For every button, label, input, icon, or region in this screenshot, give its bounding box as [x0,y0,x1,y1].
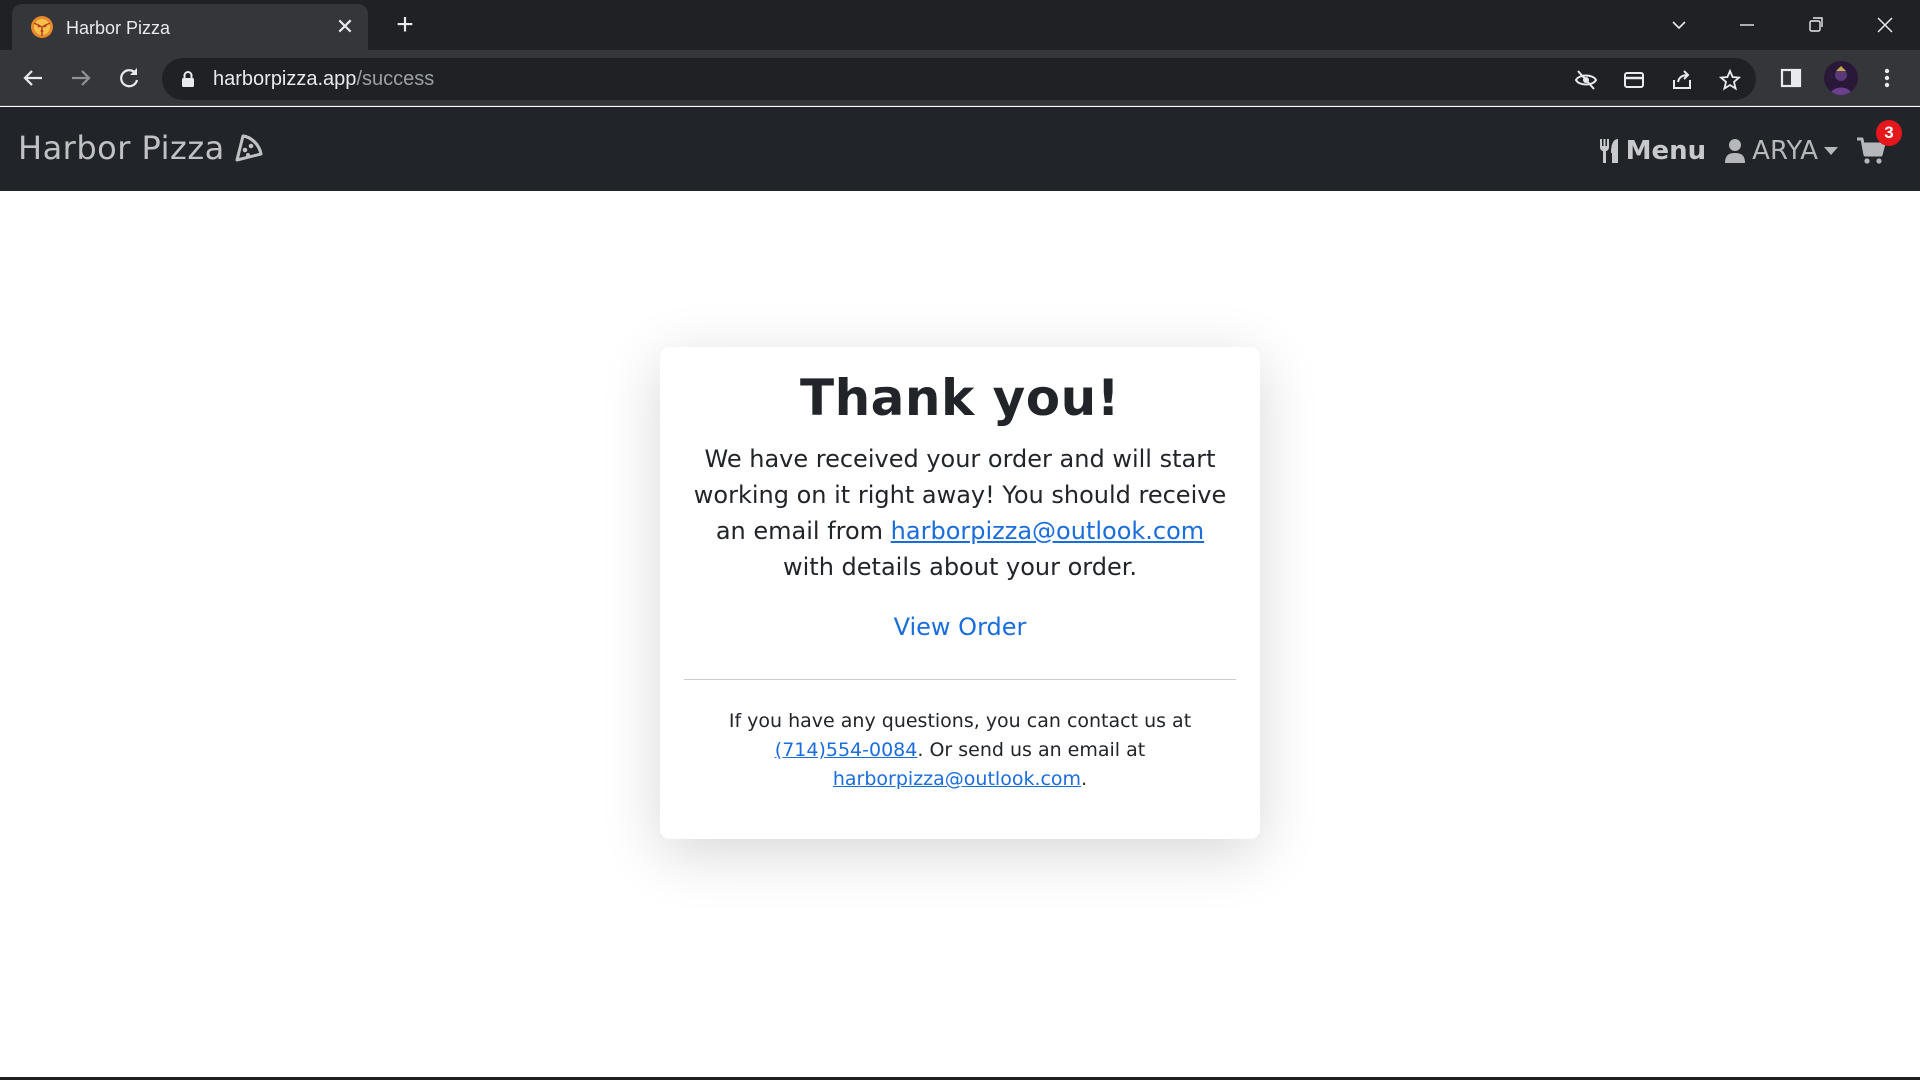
kebab-menu-icon[interactable] [1874,65,1900,91]
user-icon [1725,139,1746,163]
eye-off-icon[interactable] [1574,68,1598,92]
url-text[interactable]: harborpizza.app/success [213,68,434,91]
back-arrow-icon[interactable] [18,63,48,93]
address-bar[interactable]: harborpizza.app/success [162,58,1756,100]
navbar-right: Menu ARYA 3 [1580,120,1902,171]
tab-title: Harbor Pizza [66,18,171,38]
avatar-image-icon [1824,61,1858,95]
divider [684,679,1236,680]
card-icon[interactable] [1622,68,1646,92]
email-link[interactable]: harborpizza@outlook.com [891,517,1205,545]
phone-link[interactable]: (714)554-0084 [775,739,918,761]
contact-info: If you have any questions, you can conta… [710,707,1210,794]
confirmation-message: We have received your order and will sta… [688,441,1232,585]
menu-label: Menu [1625,136,1707,166]
view-order-link[interactable]: View Order [660,613,1260,641]
menu-link[interactable]: Menu [1598,136,1707,166]
pizza-slice-icon [235,134,263,162]
card-title: Thank you! [799,369,1121,427]
bookmark-star-icon[interactable] [1718,68,1742,92]
pizza-favicon-icon [31,16,53,38]
profile-avatar[interactable] [1824,61,1858,95]
brand-link[interactable]: Harbor Pizza [18,129,265,167]
share-icon[interactable] [1670,68,1694,92]
close-window-icon[interactable] [1870,10,1900,40]
contact-suffix: . [1081,768,1088,790]
user-name: ARYA [1752,136,1818,166]
browser-toolbar: harborpizza.app/success [0,50,1920,106]
side-panel-icon[interactable] [1778,65,1804,91]
success-card: Thank you! We have received your order a… [660,347,1260,839]
browser-tab[interactable]: Harbor Pizza ✕ [12,4,368,50]
cart-count-badge: 3 [1876,120,1902,146]
utensils-icon [1599,139,1618,163]
cart-button[interactable]: 3 [1856,120,1902,168]
minimize-icon[interactable] [1732,10,1762,40]
forward-arrow-icon[interactable] [66,63,96,93]
restore-icon[interactable] [1801,10,1831,40]
tab-close-icon[interactable]: ✕ [334,16,356,38]
new-tab-icon[interactable]: + [390,10,420,41]
browser-tab-bar: Harbor Pizza ✕ + [0,0,1920,50]
contact-email-link[interactable]: harborpizza@outlook.com [833,768,1081,790]
site-navbar: Harbor Pizza Menu ARYA 3 [0,107,1920,191]
lock-icon[interactable] [180,70,196,88]
tab-search-chevron-icon[interactable] [1664,10,1694,40]
brand-text: Harbor Pizza [18,129,225,167]
contact-middle: . Or send us an email at [917,739,1146,761]
contact-prefix: If you have any questions, you can conta… [728,710,1192,732]
message-suffix: with details about your order. [782,553,1138,581]
user-dropdown[interactable]: ARYA [1724,136,1838,166]
reload-icon[interactable] [114,63,144,93]
caret-down-icon [1824,147,1838,155]
